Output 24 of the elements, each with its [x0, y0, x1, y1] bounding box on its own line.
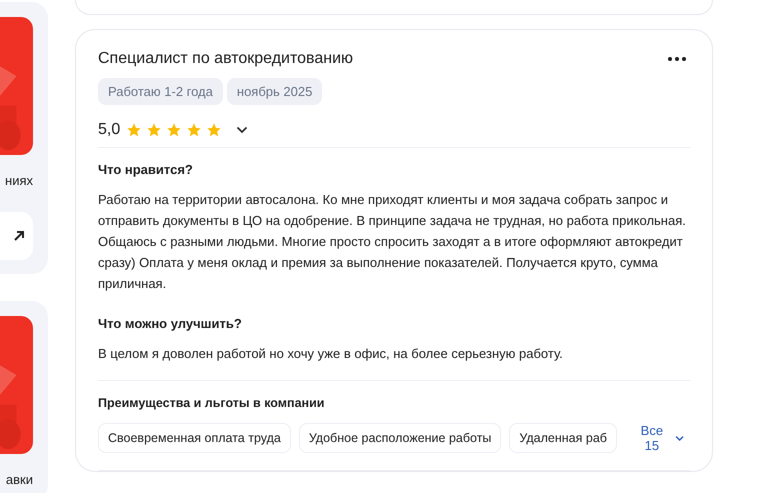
arrow-icon — [13, 230, 25, 242]
review-text: Работаю на территории автосалона. Ко мне приходят клиенты и моя задача собрать запрос и отправить документы в ЦО на одобрение. В принципе задача не трудная, но работа прикольная. Общаюсь с разными людьми. Многие просто спросить заходят а в итоге оформляют автокредит сразу) Оплата у меня оклад и премия за выполнение показателей. Получается круто, сумма приличная. — [98, 191, 687, 293]
star-icon — [166, 122, 182, 138]
tag: ноябрь 2025 — [226, 78, 322, 105]
chevron-down-icon — [674, 434, 684, 442]
section-heading: Что нравится? — [98, 162, 194, 177]
tag: Работаю 1-2 года — [98, 78, 223, 105]
show-all-link[interactable]: Все 15 — [628, 422, 690, 454]
card-caption: авки — [6, 472, 33, 487]
star-icon — [126, 122, 142, 138]
review-title: Специалист по автокредитованию — [98, 50, 354, 68]
chevron-down-icon — [236, 126, 248, 134]
star-icon — [206, 122, 222, 138]
benefits-heading: Преимущества и льготы в компании — [98, 396, 326, 410]
review-text: В целом я доволен работой но хочу уже в офис, на более серьезную работу. — [98, 345, 564, 363]
star-icon — [186, 122, 202, 138]
rating-score: 5,0 — [98, 121, 120, 139]
benefit-tag: Своевременная оплата труда — [98, 423, 291, 453]
star-icon — [146, 122, 162, 138]
benefit-tag: Удобное расположение работы — [298, 423, 502, 453]
more-icon — [668, 57, 686, 61]
benefit-tag: Удаленная раб — [509, 423, 617, 453]
section-heading: Что можно улучшить? — [98, 316, 243, 331]
card-caption: ниях — [5, 173, 33, 188]
